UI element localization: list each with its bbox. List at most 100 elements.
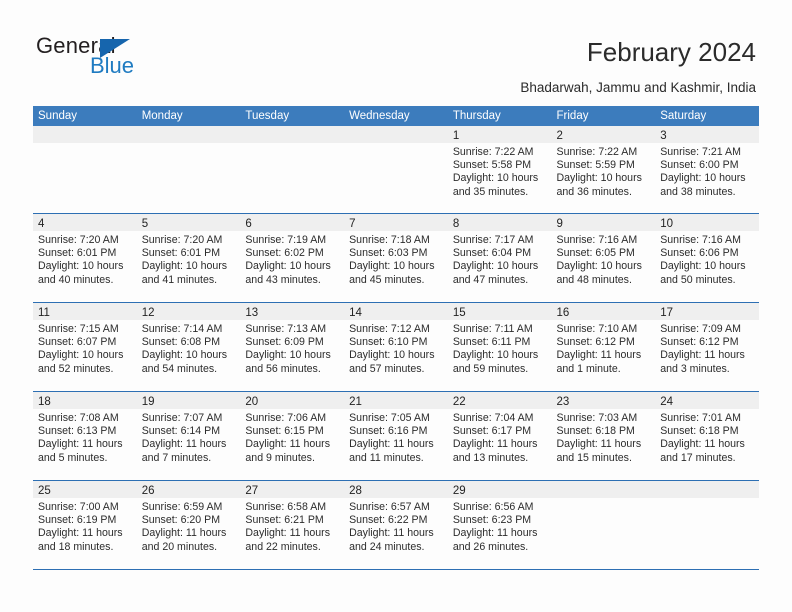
- calendar-day-cell[interactable]: 26 Sunrise: 6:59 AM Sunset: 6:20 PM Dayligh…: [136, 481, 241, 569]
- day-number: 12: [141, 307, 155, 319]
- day-number: 17: [660, 307, 674, 319]
- calendar-day-cell[interactable]: 8 Sunrise: 7:17 AM Sunset: 6:04 PM Daylight…: [447, 214, 552, 302]
- sunrise-time: Sunrise: 7:01 AM: [660, 412, 741, 424]
- calendar-day-cell[interactable]: 13 Sunrise: 7:13 AM Sunset: 6:09 PM Dayligh…: [240, 303, 345, 391]
- daylight-duration-line2: and 45 minutes.: [349, 273, 425, 286]
- calendar-day-cell[interactable]: 11 Sunrise: 7:15 AM Sunset: 6:07 PM Dayligh…: [33, 303, 137, 391]
- sunrise-time: Sunrise: 7:16 AM: [660, 234, 741, 246]
- daylight-duration-line1: Daylight: 10 hours: [38, 260, 124, 273]
- daylight-duration-line2: and 59 minutes.: [452, 362, 529, 375]
- calendar-day-cell[interactable]: 7 Sunrise: 7:18 AM Sunset: 6:03 PM Daylight…: [344, 214, 448, 302]
- dow-thursday: Thursday: [452, 110, 501, 122]
- sunset-time: Sunset: 6:15 PM: [245, 425, 324, 438]
- daylight-duration-line1: Daylight: 11 hours: [452, 438, 538, 451]
- calendar-day-cell[interactable]: 25 Sunrise: 7:00 AM Sunset: 6:19 PM Dayligh…: [33, 481, 137, 569]
- daylight-duration-line1: Daylight: 11 hours: [349, 438, 434, 451]
- day-number-band: [344, 126, 448, 143]
- dow-wednesday: Wednesday: [349, 110, 410, 122]
- calendar-day-cell[interactable]: 9 Sunrise: 7:16 AM Sunset: 6:05 PM Daylight…: [551, 214, 656, 302]
- calendar-day-cell[interactable]: 1 Sunrise: 7:22 AM Sunset: 5:58 PM Daylight…: [447, 126, 552, 213]
- sunset-time: Sunset: 6:13 PM: [38, 425, 117, 438]
- day-details: Sunrise: 7:20 AM Sunset: 6:01 PM Daylight:…: [33, 231, 137, 287]
- daylight-duration-line1: Daylight: 10 hours: [349, 260, 435, 273]
- calendar-day-cell[interactable]: 18 Sunrise: 7:08 AM Sunset: 6:13 PM Dayligh…: [33, 392, 137, 480]
- day-number-band: 2: [551, 126, 656, 143]
- daylight-duration-line2: and 35 minutes.: [452, 185, 529, 198]
- sunrise-time: Sunrise: 7:08 AM: [38, 412, 119, 424]
- day-number-band: 17: [655, 303, 759, 320]
- daylight-duration-line1: Daylight: 11 hours: [349, 527, 434, 540]
- calendar-day-cell[interactable]: 2 Sunrise: 7:22 AM Sunset: 5:59 PM Daylight…: [551, 126, 656, 213]
- dow-friday: Friday: [556, 110, 589, 122]
- logo-word-blue: Blue: [90, 53, 135, 78]
- daylight-duration-line2: and 50 minutes.: [660, 273, 736, 286]
- daylight-duration-line1: Daylight: 11 hours: [245, 438, 331, 451]
- calendar-day-cell[interactable]: 5 Sunrise: 7:20 AM Sunset: 6:01 PM Daylight…: [136, 214, 241, 302]
- calendar-day-cell[interactable]: 12 Sunrise: 7:14 AM Sunset: 6:08 PM Dayligh…: [136, 303, 241, 391]
- daylight-duration-line1: Daylight: 10 hours: [660, 172, 746, 185]
- calendar-day-cell[interactable]: 23 Sunrise: 7:03 AM Sunset: 6:18 PM Dayligh…: [551, 392, 656, 480]
- sunrise-time: Sunrise: 7:11 AM: [452, 323, 533, 335]
- calendar-day-cell[interactable]: 27 Sunrise: 6:58 AM Sunset: 6:21 PM Dayligh…: [240, 481, 345, 569]
- calendar-day-cell[interactable]: 20 Sunrise: 7:06 AM Sunset: 6:15 PM Dayligh…: [240, 392, 345, 480]
- day-number: 5: [141, 218, 149, 230]
- day-number: 14: [349, 307, 362, 319]
- sunset-time: Sunset: 6:01 PM: [38, 247, 117, 260]
- calendar-week-row: 4 Sunrise: 7:20 AM Sunset: 6:01 PM Daylight…: [33, 214, 759, 303]
- day-details: Sunrise: 7:05 AM Sunset: 6:16 PM Daylight:…: [344, 409, 448, 465]
- calendar-day-cell[interactable]: 19 Sunrise: 7:07 AM Sunset: 6:14 PM Dayligh…: [136, 392, 241, 480]
- day-details: Sunrise: 7:04 AM Sunset: 6:17 PM Daylight:…: [448, 409, 552, 465]
- calendar-day-cell[interactable]: 24 Sunrise: 7:01 AM Sunset: 6:18 PM Dayligh…: [655, 392, 759, 480]
- calendar-day-cell[interactable]: 10 Sunrise: 7:16 AM Sunset: 6:06 PM Dayligh…: [655, 214, 759, 302]
- day-number: 20: [245, 396, 259, 408]
- calendar-day-cell[interactable]: 3 Sunrise: 7:21 AM Sunset: 6:00 PM Daylight…: [655, 126, 759, 213]
- day-number: 25: [38, 485, 51, 497]
- day-details: Sunrise: 7:14 AM Sunset: 6:08 PM Daylight:…: [137, 320, 241, 376]
- sunrise-time: Sunrise: 7:16 AM: [556, 234, 638, 246]
- day-number-band: 10: [655, 214, 759, 231]
- daylight-duration-line1: Daylight: 11 hours: [245, 527, 331, 540]
- day-number-band: 18: [33, 392, 137, 409]
- day-details: Sunrise: 7:00 AM Sunset: 6:19 PM Daylight:…: [33, 498, 137, 554]
- calendar-day-cell[interactable]: 17 Sunrise: 7:09 AM Sunset: 6:12 PM Dayligh…: [655, 303, 759, 391]
- calendar-week-row: 11 Sunrise: 7:15 AM Sunset: 6:07 PM Dayligh…: [33, 303, 759, 392]
- day-number: 8: [452, 218, 460, 230]
- calendar-day-cell[interactable]: 21 Sunrise: 7:05 AM Sunset: 6:16 PM Dayligh…: [344, 392, 448, 480]
- sunrise-time: Sunrise: 7:06 AM: [245, 412, 327, 424]
- sunset-time: Sunset: 6:09 PM: [245, 336, 324, 349]
- calendar-day-cell[interactable]: 4 Sunrise: 7:20 AM Sunset: 6:01 PM Daylight…: [33, 214, 137, 302]
- daylight-duration-line2: and 15 minutes.: [556, 451, 632, 464]
- day-number: 11: [38, 307, 50, 319]
- day-number: 29: [452, 485, 466, 497]
- daylight-duration-line2: and 47 minutes.: [452, 273, 529, 286]
- day-number-band: [33, 126, 137, 143]
- calendar-day-cell[interactable]: 6 Sunrise: 7:19 AM Sunset: 6:02 PM Daylight…: [240, 214, 345, 302]
- day-number: 3: [660, 130, 667, 142]
- generalblue-logo[interactable]: General Blue: [36, 34, 216, 84]
- daylight-duration-line1: Daylight: 11 hours: [452, 527, 538, 540]
- daylight-duration-line1: Daylight: 10 hours: [245, 349, 331, 362]
- calendar-day-cell[interactable]: 15 Sunrise: 7:11 AM Sunset: 6:11 PM Dayligh…: [447, 303, 552, 391]
- calendar-empty-cell: [240, 126, 345, 213]
- calendar-empty-cell: [344, 126, 448, 213]
- sunrise-time: Sunrise: 7:05 AM: [349, 412, 430, 424]
- calendar-day-cell[interactable]: 28 Sunrise: 6:57 AM Sunset: 6:22 PM Dayligh…: [344, 481, 448, 569]
- calendar-day-cell[interactable]: 14 Sunrise: 7:12 AM Sunset: 6:10 PM Dayligh…: [344, 303, 448, 391]
- day-number: 6: [245, 218, 252, 230]
- calendar-body: 1 Sunrise: 7:22 AM Sunset: 5:58 PM Daylight…: [33, 126, 759, 570]
- sunrise-time: Sunrise: 7:10 AM: [556, 323, 638, 335]
- sunset-time: Sunset: 6:02 PM: [245, 247, 324, 260]
- dow-monday: Monday: [141, 110, 183, 122]
- calendar-day-cell[interactable]: 16 Sunrise: 7:10 AM Sunset: 6:12 PM Dayligh…: [551, 303, 656, 391]
- calendar-empty-cell: [136, 126, 241, 213]
- calendar-day-cell[interactable]: 22 Sunrise: 7:04 AM Sunset: 6:17 PM Dayligh…: [447, 392, 552, 480]
- daylight-duration-line1: Daylight: 10 hours: [141, 260, 228, 273]
- daylight-duration-line2: and 5 minutes.: [38, 451, 108, 464]
- sunrise-time: Sunrise: 7:12 AM: [349, 323, 430, 335]
- page-header: General Blue February 2024 Bhadarwah, Ja…: [0, 0, 792, 100]
- calendar-day-cell[interactable]: 29 Sunrise: 6:56 AM Sunset: 6:23 PM Dayligh…: [447, 481, 552, 569]
- day-details: Sunrise: 7:13 AM Sunset: 6:09 PM Daylight:…: [240, 320, 344, 376]
- sunset-time: Sunset: 6:06 PM: [660, 247, 739, 260]
- day-details: Sunrise: 7:20 AM Sunset: 6:01 PM Daylight:…: [137, 231, 241, 287]
- day-details: Sunrise: 6:57 AM Sunset: 6:22 PM Daylight:…: [344, 498, 448, 554]
